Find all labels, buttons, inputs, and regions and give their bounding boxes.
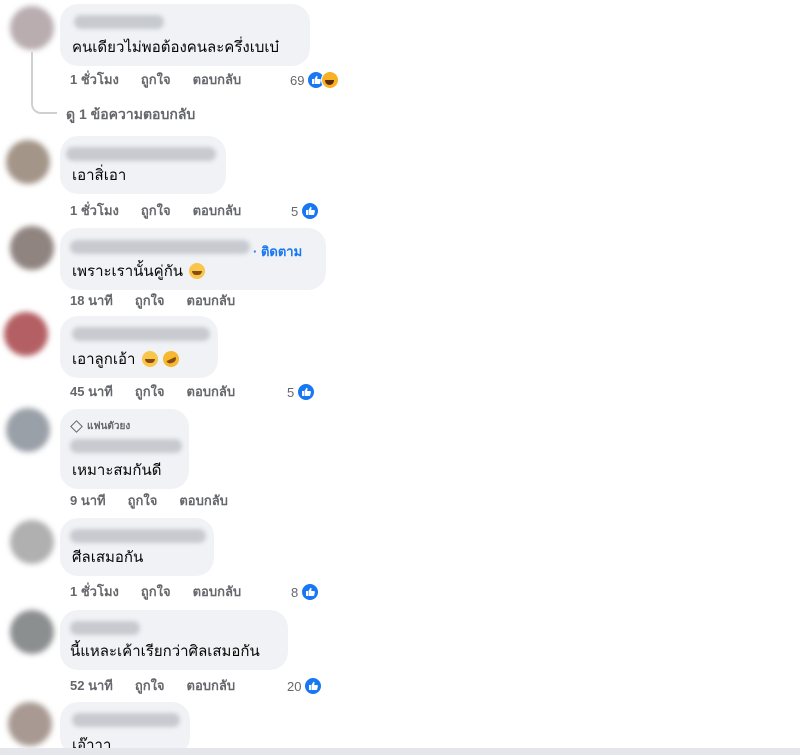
reply-button[interactable]: ตอบกลับ: [187, 384, 236, 400]
reaction-count: 5: [291, 203, 299, 219]
comment-bubble: นี้แหละเค้าเรียกว่าศิลเสมอกัน: [60, 610, 288, 670]
commenter-name[interactable]: [72, 327, 210, 341]
like-icon: [304, 677, 323, 695]
comment-bubble: ศีลเสมอกัน: [60, 518, 214, 576]
like-icon: [297, 383, 316, 401]
reply-button[interactable]: ตอบกลับ: [193, 584, 242, 600]
like-icon: [301, 583, 320, 601]
like-button[interactable]: ถูกใจ: [141, 72, 171, 88]
avatar[interactable]: [4, 312, 48, 356]
reply-button[interactable]: ตอบกลับ: [193, 72, 242, 88]
like-button[interactable]: ถูกใจ: [135, 678, 165, 694]
commenter-name[interactable]: [70, 439, 182, 453]
view-replies-link[interactable]: ดู 1 ข้อความตอบกลับ: [66, 104, 195, 126]
comment-bubble: เอาสิ่เอา: [60, 136, 226, 194]
reply-button[interactable]: ตอบกลับ: [187, 678, 236, 694]
reaction-summary[interactable]: 69: [290, 71, 340, 89]
comment-actions: 1 ชั่วโมง ถูกใจ ตอบกลับ: [70, 584, 241, 600]
top-fan-label: แฟนตัวยง: [87, 421, 131, 432]
like-button[interactable]: ถูกใจ: [128, 493, 158, 509]
comment-bubble: เอาลูกเอ้า: [60, 316, 218, 378]
reply-button[interactable]: ตอบกลับ: [187, 293, 236, 309]
reaction-summary[interactable]: 8: [291, 583, 320, 601]
comment-text-value: เอาลูกเอ้า: [72, 351, 136, 368]
reaction-count: 5: [287, 384, 295, 400]
like-button[interactable]: ถูกใจ: [141, 584, 171, 600]
comment-text: เพราะเรานั้นคู่กัน: [72, 263, 206, 281]
avatar[interactable]: [8, 702, 52, 746]
comment-text: คนเดียวไม่พอต้องคนละครึ่งเบเบ๋: [72, 39, 280, 56]
comment-text: ศีลเสมอกัน: [72, 549, 144, 566]
commenter-name[interactable]: [70, 529, 206, 543]
commenter-name[interactable]: [72, 713, 180, 727]
comment-text: เอาลูกเอ้า: [72, 348, 182, 370]
comment-actions: 1 ชั่วโมง ถูกใจ ตอบกลับ: [70, 203, 241, 219]
bottom-scroll-edge: [0, 748, 800, 755]
reaction-summary[interactable]: 20: [287, 677, 323, 695]
reply-button[interactable]: ตอบกลับ: [179, 493, 228, 509]
reaction-count: 69: [290, 72, 305, 88]
comment-actions: 1 ชั่วโมง ถูกใจ ตอบกลับ: [70, 72, 241, 88]
avatar[interactable]: [6, 408, 50, 452]
thread-connector: [31, 52, 57, 114]
comment-time[interactable]: 1 ชั่วโมง: [70, 584, 119, 600]
smile-emoji: [141, 351, 158, 367]
commenter-name[interactable]: [70, 240, 250, 254]
comment-bubble: · ติดตาม เพราะเรานั้นคู่กัน: [60, 228, 326, 290]
reply-button[interactable]: ตอบกลับ: [193, 203, 242, 219]
avatar[interactable]: [10, 226, 54, 270]
comment-time[interactable]: 1 ชั่วโมง: [70, 72, 119, 88]
comment-actions: 18 นาที ถูกใจ ตอบกลับ: [70, 293, 235, 309]
commenter-name[interactable]: [74, 15, 164, 29]
comment-text: นี้แหละเค้าเรียกว่าศิลเสมอกัน: [70, 643, 260, 660]
comment-actions: 52 นาที ถูกใจ ตอบกลับ: [70, 678, 235, 694]
comment-actions: 45 นาที ถูกใจ ตอบกลับ: [70, 384, 235, 400]
like-button[interactable]: ถูกใจ: [141, 203, 171, 219]
comment-time[interactable]: 9 นาที: [70, 493, 106, 509]
commenter-name[interactable]: [70, 621, 140, 635]
comment-time[interactable]: 52 นาที: [70, 678, 113, 694]
like-button[interactable]: ถูกใจ: [135, 293, 165, 309]
haha-icon: [321, 71, 340, 89]
reaction-count: 8: [291, 584, 299, 600]
smile-emoji: [189, 263, 206, 279]
comment-time[interactable]: 1 ชั่วโมง: [70, 203, 119, 219]
like-icon: [301, 202, 320, 220]
comment-time[interactable]: 45 นาที: [70, 384, 113, 400]
like-button[interactable]: ถูกใจ: [135, 384, 165, 400]
reaction-summary[interactable]: 5: [291, 202, 320, 220]
comment-time[interactable]: 18 นาที: [70, 293, 113, 309]
avatar[interactable]: [10, 610, 54, 654]
avatar[interactable]: [6, 140, 50, 184]
comment-bubble: แฟนตัวยง เหมาะสมกันดี: [60, 409, 189, 489]
comment-text: เอาสิ่เอา: [72, 167, 127, 184]
diamond-icon: [70, 420, 83, 433]
commenter-name[interactable]: [66, 147, 216, 161]
comment-text: เหมาะสมกันดี: [72, 462, 162, 479]
rofl-emoji: [160, 348, 182, 370]
top-fan-badge: แฟนตัวยง: [70, 419, 131, 434]
comment-actions: 9 นาที ถูกใจ ตอบกลับ: [70, 493, 228, 509]
comment-bubble: คนเดียวไม่พอต้องคนละครึ่งเบเบ๋: [60, 4, 310, 66]
follow-button[interactable]: · ติดตาม: [253, 241, 302, 262]
avatar[interactable]: [10, 6, 54, 50]
reaction-count: 20: [287, 678, 302, 694]
avatar[interactable]: [10, 520, 54, 564]
comment-text-value: เพราะเรานั้นคู่กัน: [72, 263, 184, 280]
reaction-summary[interactable]: 5: [287, 383, 316, 401]
